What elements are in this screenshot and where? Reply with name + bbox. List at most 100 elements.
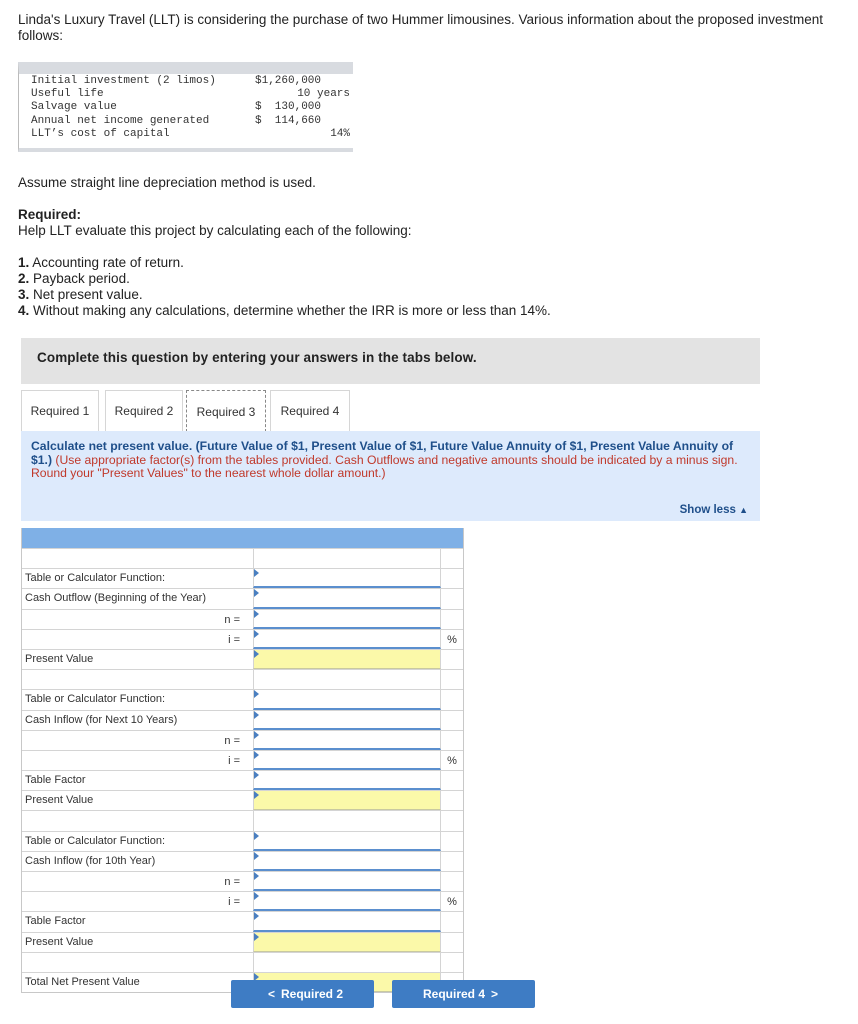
grid-row-label: Cash Inflow (for Next 10 Years) <box>25 713 178 726</box>
grid-row: i =% <box>22 749 463 771</box>
investment-info-row: Initial investment (2 limos) $1,260,000 <box>19 75 353 88</box>
grid-row <box>22 810 463 831</box>
tab-label: Required 3 <box>196 404 256 419</box>
empty-cell <box>253 549 441 569</box>
grid-row-label: Table or Calculator Function: <box>25 693 166 706</box>
present-value-input-cell[interactable] <box>253 791 441 811</box>
answer-input-cell[interactable] <box>253 609 441 629</box>
grid-row-param-label: n = <box>224 734 240 747</box>
required-list-item: 2. Payback period. <box>18 271 551 287</box>
investment-info-label: Useful life <box>31 88 104 101</box>
grid-row-param-label: i = <box>228 896 240 909</box>
grid-row: n = <box>22 608 463 629</box>
investment-info-label: Initial investment (2 limos) <box>31 75 216 87</box>
investment-info-label: Annual net income generated <box>31 114 210 127</box>
investment-info-row: LLT’s cost of capital 14% <box>19 128 353 141</box>
required-list-item: 1. Accounting rate of return. <box>18 255 551 271</box>
grid-row: n = <box>22 871 463 892</box>
answer-input-cell[interactable] <box>253 710 441 730</box>
answer-input-cell[interactable] <box>253 851 441 871</box>
investment-info-value: $1,260,000 <box>255 75 322 87</box>
grid-row: n = <box>22 729 463 750</box>
complete-instruction-banner: Complete this question by entering your … <box>21 338 760 384</box>
next-button-label: Required 4 <box>422 987 485 1001</box>
tab-required-3[interactable]: Required 3 <box>186 390 266 432</box>
grid-row-label: Present Value <box>25 794 94 807</box>
grid-row <box>22 951 463 972</box>
present-value-input-cell[interactable] <box>253 649 441 670</box>
prev-button-label: Required 2 <box>281 987 344 1001</box>
required-item-number: 3. <box>18 287 30 302</box>
required-list: 1. Accounting rate of return. 2. Payback … <box>18 255 551 319</box>
investment-info-value: 14% <box>330 127 350 140</box>
grid-row-label: Table or Calculator Function: <box>25 834 166 847</box>
answer-input-cell[interactable] <box>253 690 441 710</box>
answer-input-cell[interactable] <box>253 912 441 932</box>
answer-input-cell[interactable] <box>253 730 441 750</box>
answer-input-cell[interactable] <box>253 589 441 609</box>
investment-info-label: LLT’s cost of capital <box>31 127 170 140</box>
empty-cell <box>253 811 441 831</box>
present-value-input-cell[interactable] <box>253 932 441 952</box>
tab-label: Required 2 <box>114 404 174 418</box>
grid-row-label: Cash Inflow (for 10th Year) <box>25 854 156 867</box>
instruction-lead: Calculate net present value. <box>31 439 196 453</box>
required-item-number: 4. <box>18 303 30 318</box>
grid-row: Table or Calculator Function: <box>22 830 463 851</box>
npv-worksheet-grid: Table or Calculator Function: Cash Outflo… <box>21 528 464 994</box>
tab-label: Required 4 <box>280 404 340 418</box>
required-item-number: 2. <box>18 271 30 286</box>
grid-row-label: Present Value <box>25 652 94 665</box>
grid-row-param-label: n = <box>224 876 240 888</box>
chevron-right-icon: > <box>491 987 499 1001</box>
grid-row-label: Present Value <box>25 935 94 948</box>
show-less-toggle[interactable]: Show less ▲ <box>680 504 748 518</box>
tab-required-4[interactable]: Required 4 <box>270 390 350 431</box>
instructions-panel: Calculate net present value. (Future Val… <box>21 431 760 521</box>
grid-row: Present Value <box>22 790 463 811</box>
grid-row <box>22 669 463 690</box>
required-list-item: 4. Without making any calculations, dete… <box>18 303 551 319</box>
investment-info-table: Initial investment (2 limos) $1,260,000 Us… <box>18 62 353 152</box>
grid-row: i =% <box>22 628 463 649</box>
answer-input-cell[interactable] <box>253 629 441 649</box>
chevron-left-icon: < <box>267 987 275 1001</box>
answer-input-cell[interactable] <box>253 831 441 851</box>
required-item-text: Payback period. <box>29 271 130 286</box>
grid-row: Table or Calculator Function: <box>22 568 463 589</box>
answer-input-cell[interactable] <box>253 892 441 912</box>
grid-row <box>22 548 463 569</box>
required-item-text: Net present value. <box>29 287 143 302</box>
problem-intro: Linda's Luxury Travel (LLT) is consideri… <box>18 12 823 43</box>
required-item-number: 1. <box>18 255 30 270</box>
investment-info-value: $ 114,660 <box>255 114 322 127</box>
investment-info-label: Salvage value <box>31 101 117 114</box>
grid-row: Table Factor <box>22 770 463 791</box>
triangle-up-icon: ▲ <box>739 505 748 515</box>
grid-row: Cash Inflow (for Next 10 Years) <box>22 709 463 730</box>
assumption-text: Assume straight line depreciation method… <box>18 175 316 190</box>
investment-info-row: Useful life 10 years <box>19 88 353 101</box>
prev-required-button[interactable]: < Required 2 <box>231 980 374 1008</box>
grid-row-label: Table Factor <box>25 915 86 928</box>
answer-input-cell[interactable] <box>253 750 441 771</box>
grid-row: Present Value <box>22 648 463 670</box>
investment-info-row: Salvage value $ 130,000 <box>19 101 353 114</box>
tab-required-1[interactable]: Required 1 <box>21 390 99 431</box>
next-required-button[interactable]: Required 4 > <box>392 980 535 1008</box>
investment-info-value: $ 130,000 <box>255 101 322 114</box>
investment-info-rows: Initial investment (2 limos) $1,260,000 Us… <box>19 74 353 141</box>
answer-input-cell[interactable] <box>253 771 441 791</box>
show-less-label: Show less <box>679 504 736 516</box>
grid-row: i =% <box>22 891 463 912</box>
grid-row-label: Total Net Present Value <box>25 975 140 988</box>
grid-row: Table Factor <box>22 911 463 932</box>
answer-input-cell[interactable] <box>253 872 441 892</box>
tab-label: Required 1 <box>30 404 90 418</box>
grid-row-param-label: n = <box>224 613 240 626</box>
answer-input-cell[interactable] <box>253 569 441 589</box>
grid-row-label: Table or Calculator Function: <box>25 572 166 585</box>
required-item-text: Accounting rate of return. <box>29 255 184 270</box>
tab-required-2[interactable]: Required 2 <box>105 390 183 431</box>
grid-row-param-label: i = <box>228 754 240 767</box>
